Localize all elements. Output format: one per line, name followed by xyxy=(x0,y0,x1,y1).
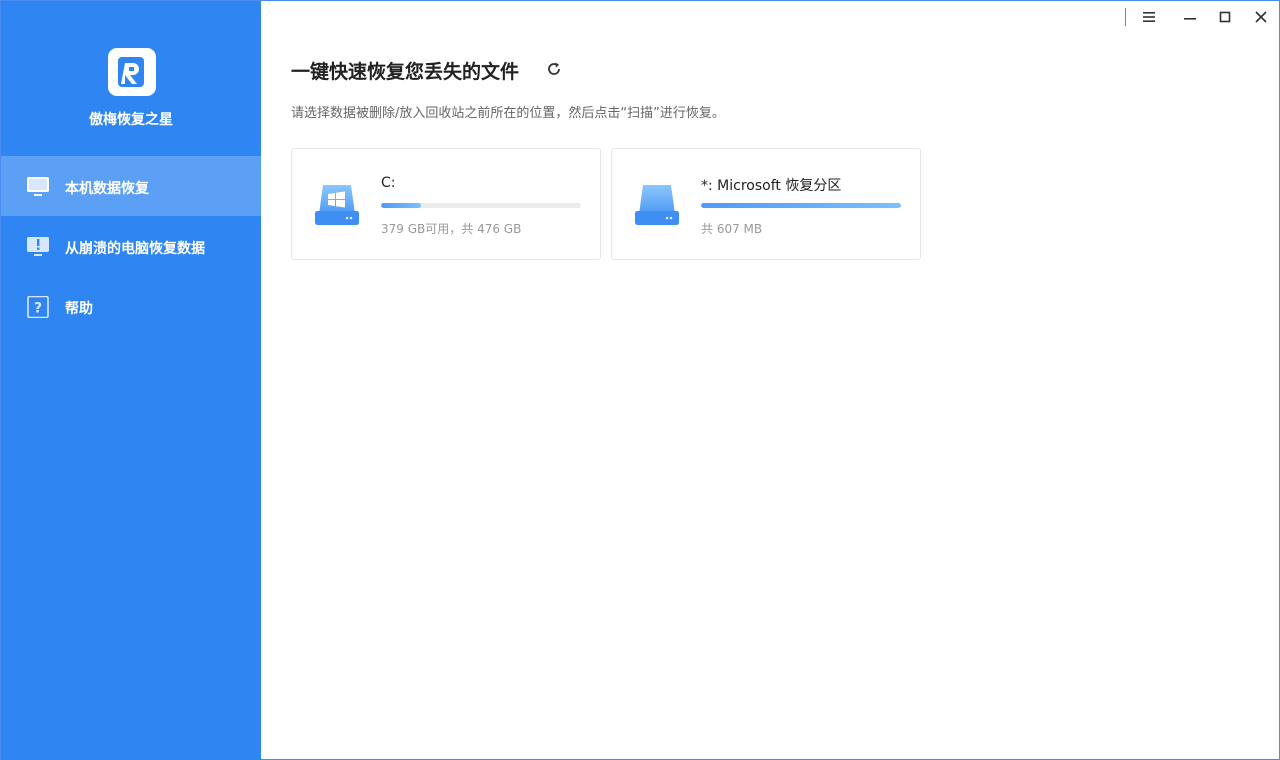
sidebar-item-label: 本机数据恢复 xyxy=(65,181,149,197)
sidebar-item-help[interactable]: ? 帮助 xyxy=(1,276,261,336)
maximize-icon xyxy=(1219,11,1231,23)
drive-name: C: xyxy=(381,175,396,191)
drive-usage-bar xyxy=(381,203,581,208)
menu-icon xyxy=(1143,12,1155,22)
sidebar: 傲梅恢复之星 本机数据恢复 从崩溃的电脑恢复数据 ? 帮助 xyxy=(1,1,261,760)
app-window: 傲梅恢复之星 本机数据恢复 从崩溃的电脑恢复数据 ? 帮助 一键快速恢复您丢失的… xyxy=(0,0,1280,760)
titlebar-separator xyxy=(1125,8,1126,26)
drive-usage-fill xyxy=(701,203,901,208)
page-title: 一键快速恢复您丢失的文件 xyxy=(291,61,520,83)
disk-icon xyxy=(634,182,680,228)
svg-text:?: ? xyxy=(34,301,42,317)
maximize-button[interactable] xyxy=(1213,5,1237,29)
menu-button[interactable] xyxy=(1137,5,1161,29)
drive-usage-bar xyxy=(701,203,901,208)
sidebar-item-label: 帮助 xyxy=(65,301,93,317)
drive-card-recovery-partition[interactable]: *: Microsoft 恢复分区 共 607 MB xyxy=(611,148,921,260)
drive-capacity: 379 GB可用，共 476 GB xyxy=(381,222,522,236)
close-button[interactable] xyxy=(1249,5,1273,29)
app-name: 傲梅恢复之星 xyxy=(89,112,173,128)
close-icon xyxy=(1255,11,1267,23)
page-subtitle: 请选择数据被删除/放入回收站之前所在的位置，然后点击“扫描”进行恢复。 xyxy=(291,106,725,121)
minimize-button[interactable] xyxy=(1178,5,1202,29)
minimize-icon xyxy=(1184,18,1196,20)
sidebar-item-local-recovery[interactable]: 本机数据恢复 xyxy=(1,156,261,216)
app-logo-icon xyxy=(108,48,156,96)
sidebar-item-label: 从崩溃的电脑恢复数据 xyxy=(65,241,205,257)
drive-capacity: 共 607 MB xyxy=(701,222,763,236)
help-icon: ? xyxy=(26,295,50,319)
drive-name: *: Microsoft 恢复分区 xyxy=(701,178,842,194)
windows-disk-icon xyxy=(314,182,360,228)
monitor-icon xyxy=(26,176,50,198)
drive-card-c[interactable]: C: 379 GB可用，共 476 GB xyxy=(291,148,601,260)
refresh-icon[interactable] xyxy=(544,59,564,79)
crashed-pc-icon xyxy=(26,236,50,258)
sidebar-item-crashed-pc[interactable]: 从崩溃的电脑恢复数据 xyxy=(1,216,261,276)
drive-usage-fill xyxy=(381,203,421,208)
